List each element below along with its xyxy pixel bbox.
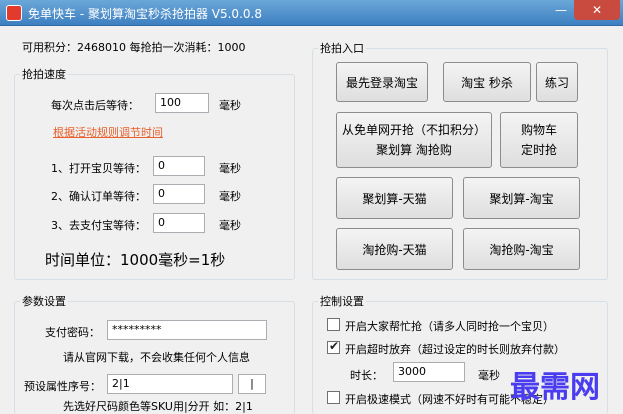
go-pay-unit: 毫秒 [219,219,241,232]
cart-timed-line2: 定时抢 [520,143,557,157]
minimize-button[interactable]: — [548,0,574,20]
speed-group-title: 抢拍速度 [20,66,68,82]
pay-password-label: 支付密码： [45,326,100,339]
help-grab-label: 开启大家帮忙抢（请多人同时抢一个宝贝） [345,320,554,333]
confirm-order-unit: 毫秒 [219,190,241,203]
preset-attr-extra-input[interactable]: | [238,374,266,394]
close-button[interactable]: ✕ [574,0,620,20]
preset-attr-hint: 先选好尺码颜色等SKU用|分开 如：2|1 [63,400,253,413]
app-icon [6,5,22,21]
fast-mode-checkbox[interactable] [327,391,340,404]
wait-after-click-input[interactable]: 100 [155,93,209,113]
duration-unit: 毫秒 [478,369,500,382]
taoqianggou-tmall-button[interactable]: 淘抢购-天猫 [336,228,453,270]
duration-input[interactable]: 3000 [393,362,465,382]
timeout-checkbox[interactable]: ✔ [327,339,340,354]
duration-label: 时长： [350,369,383,382]
practice-button[interactable]: 练习 [536,62,578,102]
preset-attr-label: 预设属性序号： [24,380,101,393]
entry-group-title: 抢拍入口 [318,40,366,56]
timeout-label: 开启超时放弃（超过设定的时长则放弃付款） [345,343,565,356]
free-grab-button[interactable]: 从免单网开抢（不扣积分） 聚划算 淘抢购 [336,112,492,168]
free-grab-line1: 从免单网开抢（不扣积分） [341,123,486,137]
open-item-input[interactable]: 0 [153,156,205,176]
juhuasuan-tmall-button[interactable]: 聚划算-天猫 [336,177,453,219]
taoqianggou-taobao-button[interactable]: 淘抢购-淘宝 [463,228,580,270]
free-grab-line2: 聚划算 淘抢购 [376,143,452,157]
title-bar: 免单快车 - 聚划算淘宝秒杀抢拍器 V5.0.0.8 — ✕ [0,0,623,26]
control-group-title: 控制设置 [318,293,366,309]
time-unit-note: 时间单位：1000毫秒=1秒 [45,251,226,269]
check-icon: ✔ [329,339,340,353]
wait-after-click-label: 每次点击后等待： [51,99,139,112]
cart-timed-button[interactable]: 购物车 定时抢 [500,112,578,168]
cart-timed-line1: 购物车 [520,123,557,137]
juhuasuan-taobao-button[interactable]: 聚划算-淘宝 [463,177,580,219]
open-item-unit: 毫秒 [219,162,241,175]
pay-password-input[interactable]: ********* [107,320,267,340]
params-group-title: 参数设置 [20,293,68,309]
go-pay-label: 3、去支付宝等待： [51,219,146,232]
watermark-logo: 最需网 [510,370,600,405]
wait-after-click-unit: 毫秒 [219,99,241,112]
confirm-order-label: 2、确认订单等待： [51,190,146,203]
preset-attr-input[interactable]: 2|1 [107,374,233,394]
window-title: 免单快车 - 聚划算淘宝秒杀抢拍器 V5.0.0.8 [28,7,262,21]
taobao-seckill-button[interactable]: 淘宝 秒杀 [443,62,531,102]
go-pay-input[interactable]: 0 [153,213,205,233]
login-taobao-button[interactable]: 最先登录淘宝 [336,62,428,102]
help-grab-checkbox[interactable] [327,318,340,331]
adjust-time-link[interactable]: 根据活动规则调节时间 [53,124,163,140]
points-info: 可用积分：2468010 每抢拍一次消耗：1000 [22,41,246,54]
download-note: 请从官网下载，不会收集任何个人信息 [63,351,250,364]
confirm-order-input[interactable]: 0 [153,184,205,204]
open-item-label: 1、打开宝贝等待： [51,162,146,175]
